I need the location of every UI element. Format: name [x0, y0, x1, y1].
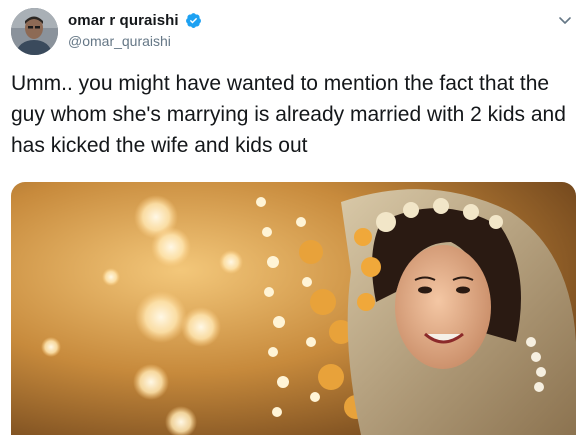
tweet-menu-button[interactable] — [557, 12, 573, 28]
chevron-down-icon — [557, 15, 573, 32]
author-name-row: omar r quraishi — [68, 12, 202, 29]
verified-badge-icon — [185, 12, 202, 29]
avatar[interactable] — [11, 8, 58, 55]
tweet-media-photo[interactable] — [11, 182, 576, 435]
display-name[interactable]: omar r quraishi — [68, 12, 179, 29]
tweet-text: Umm.. you might have wanted to mention t… — [11, 72, 566, 157]
author-handle[interactable]: @omar_quraishi — [68, 33, 171, 49]
